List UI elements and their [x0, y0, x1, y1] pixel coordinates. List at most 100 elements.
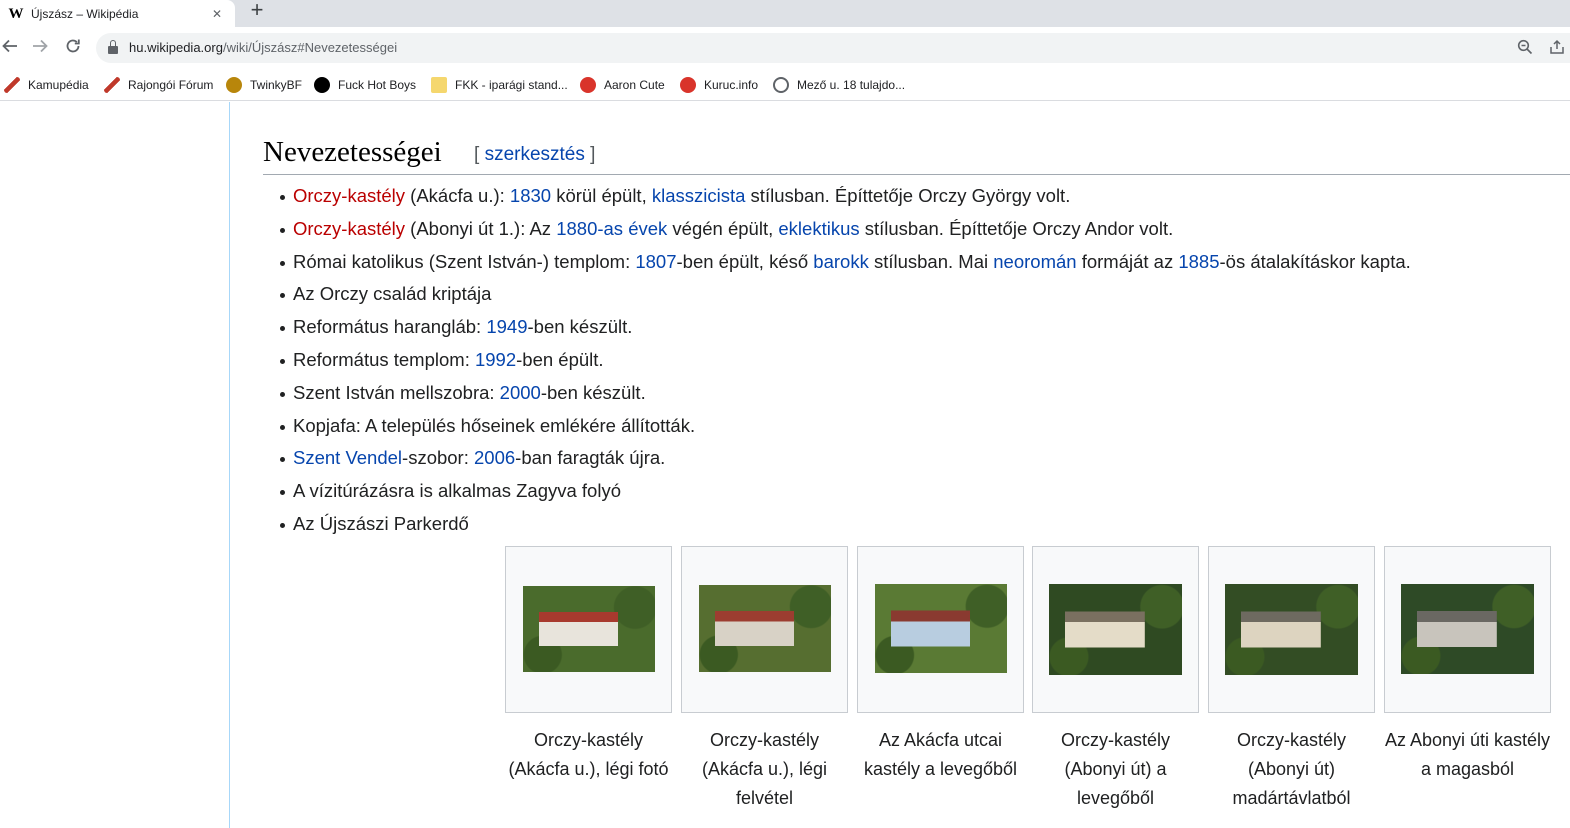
wiki-link[interactable]: barokk	[813, 251, 869, 272]
wiki-link[interactable]: klasszicista	[652, 185, 746, 206]
section-title: Nevezetességei	[263, 136, 442, 168]
wiki-link[interactable]: 1992	[475, 349, 516, 370]
gallery-item[interactable]: Orczy-kastély (Abonyi út) a levegőből	[1032, 546, 1199, 813]
gallery-thumbnail[interactable]	[1384, 546, 1551, 713]
gallery-thumbnail[interactable]	[1208, 546, 1375, 713]
list-item: Református harangláb: 1949-ben készült.	[280, 313, 1411, 346]
gallery-thumbnail[interactable]	[681, 546, 848, 713]
wiki-link[interactable]: 2006	[474, 447, 515, 468]
item-text: -ös átalakításkor kapta.	[1219, 250, 1411, 272]
castle-photo	[523, 586, 655, 672]
gallery-item[interactable]: Orczy-kastély (Akácfa u.), légi felvétel	[681, 546, 848, 813]
forward-button[interactable]	[30, 37, 50, 57]
item-text: Kopjafa: A település hőseinek emlékére á…	[293, 414, 696, 436]
back-button[interactable]	[0, 37, 20, 57]
list-item: Szent Vendel-szobor: 2006-ban faragták ú…	[280, 444, 1411, 477]
folder-icon	[431, 77, 447, 93]
gallery-thumbnail[interactable]	[857, 546, 1024, 713]
item-text: -ben készült.	[527, 316, 633, 338]
item-text: stílusban. Építtetője Orczy György volt.	[745, 185, 1071, 206]
kamupedia-icon	[4, 77, 20, 93]
item-text: Református harangláb:	[293, 316, 487, 338]
wikipedia-favicon-icon: W	[8, 5, 24, 22]
wiki-sidebar	[0, 102, 230, 828]
url-host: hu.wikipedia.org	[129, 40, 223, 55]
bookmark-item[interactable]: Kamupédia	[4, 76, 89, 94]
list-item: Orczy-kastély (Akácfa u.): 1830 körül ép…	[280, 182, 1411, 215]
wiki-link[interactable]: 2000	[500, 382, 541, 403]
gallery-caption: Orczy-kastély (Akácfa u.), légi felvétel	[701, 730, 828, 808]
list-item: Református templom: 1992-ben épült.	[280, 346, 1411, 379]
red-link[interactable]: Orczy-kastély	[293, 185, 405, 206]
red-link[interactable]: Orczy-kastély	[293, 218, 405, 239]
bookmark-label: Aaron Cute	[604, 78, 665, 92]
castle-photo	[1049, 584, 1182, 675]
reload-button[interactable]	[63, 37, 83, 57]
bookmark-label: FKK - iparági stand...	[455, 78, 568, 92]
new-tab-button[interactable]: +	[246, 0, 268, 22]
wiki-link[interactable]: 1880-as évek	[556, 218, 667, 239]
list-item: Kopjafa: A település hőseinek emlékére á…	[280, 412, 1411, 445]
bookmark-item[interactable]: Mező u. 18 tulajdo...	[773, 76, 905, 94]
fhb-icon	[314, 77, 330, 93]
item-text: Az Orczy család kriptája	[293, 283, 492, 305]
castle-photo	[699, 585, 831, 672]
gallery-caption: Az Abonyi úti kastély a magasból	[1384, 730, 1551, 779]
gallery-item[interactable]: Orczy-kastély (Abonyi út) madártávlatból	[1208, 546, 1375, 813]
section-heading: Nevezetességei [ szerkesztés ]	[263, 136, 1570, 175]
item-text: (Abonyi út 1.): Az	[405, 217, 557, 239]
forward-arrow-icon	[33, 39, 48, 53]
tab-strip: W Újszász – Wikipédia ✕ +	[0, 0, 1570, 27]
item-text: -ben készült.	[540, 381, 646, 403]
aaron-icon	[580, 77, 596, 93]
bookmark-item[interactable]: FKK - iparági stand...	[431, 76, 568, 94]
edit-section: [ szerkesztés ]	[474, 144, 595, 166]
article-content: Nevezetességei [ szerkesztés ] Orczy-kas…	[230, 102, 1570, 828]
share-icon[interactable]	[1548, 39, 1566, 57]
item-text: -szobor:	[402, 447, 474, 469]
gallery-caption: Orczy-kastély (Akácfa u.), légi fotó	[508, 730, 669, 779]
lock-icon[interactable]	[108, 40, 118, 54]
wiki-link[interactable]: 1807	[635, 251, 676, 272]
item-text: stílusban. Mai	[868, 250, 994, 272]
bookmark-item[interactable]: TwinkyBF	[226, 76, 302, 94]
list-item: Az Orczy család kriptája	[280, 280, 1411, 313]
browser-tab[interactable]: W Újszász – Wikipédia ✕	[0, 0, 235, 27]
item-text: Római katolikus (Szent István-) templom:	[293, 250, 636, 272]
landmarks-list: Orczy-kastély (Akácfa u.): 1830 körül ép…	[280, 182, 1411, 543]
zoom-icon[interactable]	[1516, 39, 1534, 57]
list-item: A vízitúrázásra is alkalmas Zagyva folyó	[280, 477, 1411, 510]
gallery-item[interactable]: Orczy-kastély (Akácfa u.), légi fotó	[505, 546, 672, 784]
bookmark-item[interactable]: Fuck Hot Boys	[314, 76, 416, 94]
wiki-link[interactable]: 1830	[510, 185, 551, 206]
back-arrow-icon	[2, 39, 17, 53]
tab-title: Újszász – Wikipédia	[31, 6, 139, 21]
item-text: Az Újszászi Parkerdő	[293, 512, 469, 534]
bookmark-item[interactable]: Kuruc.info	[680, 76, 758, 94]
gallery-item[interactable]: Az Akácfa utcai kastély a levegőből	[857, 546, 1024, 784]
bookmark-item[interactable]: Rajongói Fórum	[104, 76, 213, 94]
twinkybf-icon	[226, 77, 242, 93]
item-text: -ban faragták újra.	[515, 447, 666, 469]
url-text[interactable]: hu.wikipedia.org/wiki/Újszász#Nevezetess…	[129, 40, 397, 55]
list-item: Római katolikus (Szent István-) templom:…	[280, 248, 1411, 281]
gallery-thumbnail[interactable]	[505, 546, 672, 713]
item-text: Szent István mellszobra:	[293, 381, 500, 403]
gallery-thumbnail[interactable]	[1032, 546, 1199, 713]
wiki-link[interactable]: eklektikus	[778, 218, 859, 239]
close-tab-icon[interactable]: ✕	[209, 6, 225, 22]
forum-icon	[104, 77, 120, 93]
wiki-link[interactable]: neoromán	[993, 251, 1076, 272]
item-text: -ben épült, késő	[676, 250, 814, 272]
wiki-link[interactable]: 1885	[1178, 251, 1219, 272]
item-text: -ben épült.	[516, 348, 604, 370]
edit-section-link[interactable]: szerkesztés	[485, 144, 585, 165]
wiki-link[interactable]: Szent Vendel	[293, 447, 402, 468]
bookmark-item[interactable]: Aaron Cute	[580, 76, 665, 94]
bookmark-label: Kamupédia	[28, 78, 89, 92]
wiki-link[interactable]: 1949	[486, 316, 527, 337]
list-item: Szent István mellszobra: 2000-ben készül…	[280, 379, 1411, 412]
gallery-item[interactable]: Az Abonyi úti kastély a magasból	[1384, 546, 1551, 784]
gallery-caption: Orczy-kastély (Abonyi út) madártávlatból	[1232, 730, 1351, 808]
address-bar[interactable]: hu.wikipedia.org/wiki/Újszász#Nevezetess…	[96, 33, 1570, 63]
